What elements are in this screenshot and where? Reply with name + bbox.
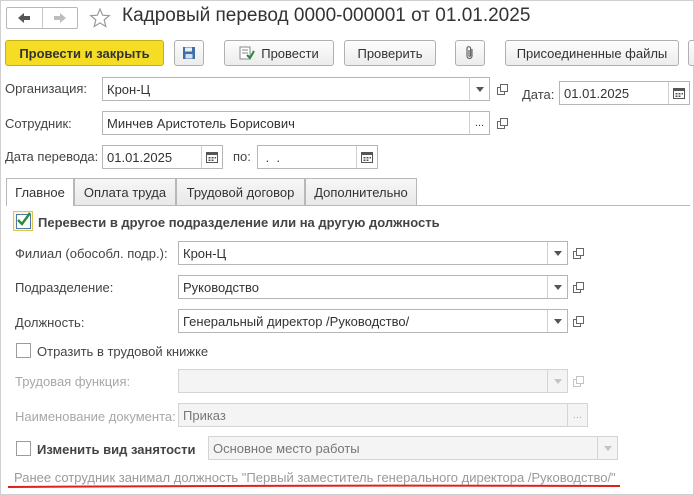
department-field[interactable]: Руководство <box>178 275 548 299</box>
favorite-button[interactable] <box>89 7 111 29</box>
organization-open-button[interactable] <box>492 77 512 101</box>
chevron-down-icon <box>553 378 562 384</box>
employment-type-field[interactable]: Основное место работы <box>208 436 598 460</box>
employee-select-button[interactable]: ... <box>469 111 490 135</box>
chevron-down-icon <box>553 250 562 256</box>
open-window-icon <box>572 315 584 327</box>
document-name-select-button[interactable]: ... <box>567 403 588 427</box>
tab-divider <box>6 205 690 206</box>
department-label: Подразделение: <box>15 280 114 295</box>
to-label: по: <box>233 149 251 164</box>
post-button-label: Провести <box>261 45 319 61</box>
arrow-right-icon <box>53 13 66 23</box>
save-button[interactable] <box>174 40 204 66</box>
post-and-close-button[interactable]: Провести и закрыть <box>5 40 164 66</box>
floppy-disk-icon <box>183 47 195 59</box>
open-window-icon <box>572 375 584 387</box>
calendar-icon <box>673 88 685 99</box>
red-underline-annotation <box>8 484 620 488</box>
more-button[interactable] <box>688 40 694 66</box>
ellipsis-icon: ... <box>474 117 485 129</box>
date-field[interactable]: 01.01.2025 <box>559 81 669 105</box>
chevron-down-icon <box>603 445 612 451</box>
tab-main[interactable]: Главное <box>6 178 74 206</box>
branch-label: Филиал (обособл. подр.): <box>15 246 168 261</box>
document-name-label: Наименование документа: <box>15 409 176 424</box>
employment-checkbox-label: Изменить вид занятости <box>37 442 196 457</box>
labor-function-field[interactable] <box>178 369 548 393</box>
star-icon <box>89 7 111 28</box>
position-field[interactable]: Генеральный директор /Руководство/ <box>178 309 548 333</box>
arrow-left-icon <box>18 13 31 23</box>
date-calendar-button[interactable] <box>668 81 690 105</box>
open-window-icon <box>572 247 584 259</box>
organization-label: Организация: <box>5 81 88 96</box>
open-window-icon <box>496 83 508 95</box>
chevron-down-icon <box>553 284 562 290</box>
previous-position-note: Ранее сотрудник занимал должность "Первы… <box>14 470 616 485</box>
page-title: Кадровый перевод 0000-000001 от 01.01.20… <box>122 5 531 26</box>
forward-button[interactable] <box>41 8 78 28</box>
labor-function-dropdown-button[interactable] <box>547 369 568 393</box>
transfer-checkbox[interactable] <box>16 212 31 229</box>
chevron-down-icon <box>475 86 484 92</box>
ellipsis-icon: ... <box>572 409 583 421</box>
transfer-checkbox-label: Перевести в другое подразделение или на … <box>38 215 440 230</box>
employee-label: Сотрудник: <box>5 116 72 131</box>
workbook-checkbox-label: Отразить в трудовой книжке <box>37 344 209 359</box>
branch-open-button[interactable] <box>568 241 588 265</box>
position-dropdown-button[interactable] <box>547 309 568 333</box>
employment-checkbox[interactable] <box>16 441 31 456</box>
department-dropdown-button[interactable] <box>547 275 568 299</box>
post-button[interactable]: Провести <box>224 40 334 66</box>
paperclip-icon <box>466 46 473 60</box>
department-open-button[interactable] <box>568 275 588 299</box>
post-icon <box>239 46 256 60</box>
tab-additional[interactable]: Дополнительно <box>305 178 417 205</box>
calendar-icon <box>361 152 373 163</box>
labor-function-label: Трудовая функция: <box>15 374 131 389</box>
to-date-calendar-button[interactable] <box>356 145 378 169</box>
workbook-checkbox[interactable] <box>16 343 31 358</box>
labor-function-open-button[interactable] <box>568 369 588 393</box>
position-open-button[interactable] <box>568 309 588 333</box>
open-window-icon <box>572 281 584 293</box>
tab-payment[interactable]: Оплата труда <box>74 178 176 205</box>
check-button[interactable]: Проверить <box>344 40 436 66</box>
position-label: Должность: <box>15 315 85 330</box>
to-date-field[interactable]: . . <box>257 145 357 169</box>
transfer-date-field[interactable]: 01.01.2025 <box>102 145 202 169</box>
employee-open-button[interactable] <box>492 111 512 135</box>
organization-field[interactable]: Крон-Ц <box>102 77 470 101</box>
organization-dropdown-button[interactable] <box>469 77 490 101</box>
document-name-field[interactable]: Приказ <box>178 403 568 427</box>
open-window-icon <box>496 117 508 129</box>
attach-button[interactable] <box>455 40 485 66</box>
employee-field[interactable]: Минчев Аристотель Борисович <box>102 111 470 135</box>
transfer-date-calendar-button[interactable] <box>201 145 223 169</box>
tab-labor-contract[interactable]: Трудовой договор <box>176 178 305 205</box>
employment-type-dropdown-button[interactable] <box>597 436 618 460</box>
back-button[interactable] <box>7 8 42 28</box>
nav-buttons <box>6 7 78 29</box>
date-label: Дата: <box>522 87 555 102</box>
branch-dropdown-button[interactable] <box>547 241 568 265</box>
branch-field[interactable]: Крон-Ц <box>178 241 548 265</box>
attached-files-button[interactable]: Присоединенные файлы <box>505 40 679 66</box>
calendar-icon <box>206 152 218 163</box>
chevron-down-icon <box>553 318 562 324</box>
checkmark-icon <box>17 212 31 226</box>
transfer-date-label: Дата перевода: <box>5 149 99 164</box>
